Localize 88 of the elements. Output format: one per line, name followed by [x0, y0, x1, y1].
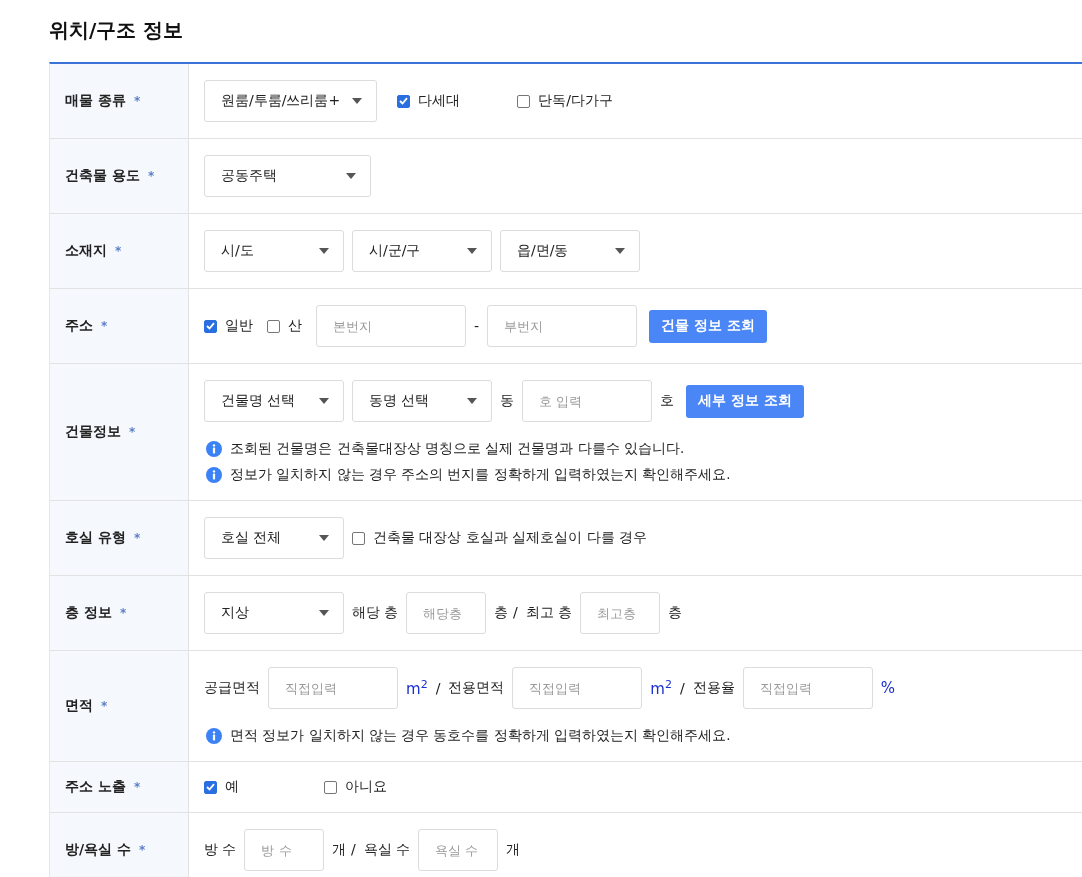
- input-field[interactable]: 직접입력: [268, 667, 398, 709]
- field-label: 매물 종류: [65, 92, 126, 110]
- note-text: 면적 정보가 일치하지 않는 경우 동호수를 정확하게 입력하였는지 확인해주세요.: [230, 727, 731, 745]
- checkbox[interactable]: [204, 319, 217, 333]
- input-field[interactable]: 본번지: [316, 305, 466, 347]
- caret-icon: [319, 248, 329, 254]
- dropdown[interactable]: 시/도: [204, 230, 344, 272]
- checkbox[interactable]: [352, 531, 365, 545]
- field-label: 방/욕실 수: [65, 841, 131, 859]
- input-field[interactable]: 욕실 수: [418, 829, 499, 871]
- field-text: 욕실 수: [363, 841, 411, 859]
- dropdown[interactable]: 동명 선택: [352, 380, 492, 422]
- required-mark: *: [133, 94, 141, 108]
- caret-icon: [467, 398, 477, 404]
- field-label: 층 정보: [65, 604, 112, 622]
- required-mark: *: [115, 244, 122, 258]
- field-label: 주소: [65, 317, 93, 335]
- field-text: /: [679, 680, 685, 696]
- dropdown[interactable]: 건물명 선택: [204, 380, 344, 422]
- caret-icon: [319, 535, 329, 541]
- input-field[interactable]: 호 입력: [522, 380, 652, 422]
- dropdown[interactable]: 원룸/투룸/쓰리룸+: [204, 80, 378, 122]
- field-text: 층 /: [494, 604, 518, 622]
- input-field[interactable]: 방 수: [244, 829, 325, 871]
- dropdown[interactable]: 호실 전체: [204, 517, 344, 559]
- unit-text: %: [880, 679, 895, 697]
- field-text: 공급면적: [204, 679, 260, 697]
- checkbox-label: 산: [288, 317, 302, 335]
- checkbox-label: 아니요: [345, 778, 387, 796]
- unit-text: m$^{2}$: [406, 678, 428, 698]
- note-text: 정보가 일치하지 않는 경우 주소의 번지를 정확하게 입력하였는지 확인해주세요.: [230, 466, 731, 484]
- field-label: 주소 노출: [65, 778, 126, 796]
- note-text: 조회된 건물명은 건축물대장상 명칭으로 실제 건물명과 다를수 있습니다.: [230, 440, 685, 458]
- input-field[interactable]: 부번지: [487, 305, 638, 347]
- checkbox[interactable]: [267, 319, 280, 333]
- field-label: 소재지: [65, 242, 107, 260]
- required-mark: *: [101, 319, 108, 333]
- caret-icon: [319, 398, 329, 404]
- info-icon: [206, 728, 222, 744]
- field-label: 호실 유형: [65, 529, 126, 547]
- field-text: 해당 층: [352, 604, 399, 622]
- section-title: 위치/구조 정보: [49, 17, 184, 44]
- dropdown[interactable]: 읍/면/동: [500, 230, 640, 272]
- info-icon: [206, 441, 222, 457]
- checkbox[interactable]: [204, 780, 217, 794]
- checkbox-label: 다세대: [418, 92, 461, 110]
- field-text: 전용면적: [448, 679, 505, 697]
- field-label: 건물정보: [65, 423, 121, 441]
- required-mark: *: [133, 531, 141, 545]
- checkbox[interactable]: [397, 94, 411, 108]
- unit-text: m$^{2}$: [650, 678, 672, 698]
- required-mark: *: [101, 699, 108, 713]
- field-text: 호: [660, 392, 674, 410]
- field-text: 방 수: [204, 841, 237, 859]
- input-field[interactable]: 직접입력: [512, 667, 643, 709]
- required-mark: *: [147, 169, 155, 183]
- field-label: 건축물 용도: [65, 167, 140, 185]
- dropdown[interactable]: 시/군/구: [352, 230, 492, 272]
- caret-icon: [346, 173, 356, 179]
- required-mark: *: [133, 780, 141, 794]
- checkbox-label: 예: [225, 778, 239, 796]
- checkbox-label: 단독/다가구: [538, 92, 613, 110]
- checkbox[interactable]: [517, 94, 531, 108]
- required-mark: *: [129, 425, 136, 439]
- caret-icon: [467, 248, 477, 254]
- field-text: 전용율: [692, 679, 735, 697]
- required-mark: *: [119, 606, 127, 620]
- input-field[interactable]: 최고층: [580, 592, 661, 634]
- field-text: 개 /: [332, 841, 356, 859]
- field-label: 면적: [65, 697, 93, 715]
- dropdown[interactable]: 지상: [204, 592, 344, 634]
- checkbox[interactable]: [324, 780, 337, 794]
- dropdown[interactable]: 공동주택: [204, 155, 371, 197]
- checkbox-label: 일반: [225, 317, 253, 335]
- input-field[interactable]: 해당층: [406, 592, 487, 634]
- required-mark: *: [139, 843, 146, 857]
- input-field[interactable]: 직접입력: [742, 667, 873, 709]
- field-text: /: [435, 680, 441, 696]
- info-icon: [206, 467, 222, 483]
- caret-icon: [615, 248, 625, 254]
- checkbox-label: 건축물 대장상 호실과 실제호실이 다를 경우: [373, 529, 648, 547]
- field-text: 층: [668, 604, 683, 622]
- field-text: 최고 층: [525, 604, 573, 622]
- caret-icon: [352, 98, 363, 104]
- caret-icon: [319, 610, 329, 616]
- field-text: -: [474, 318, 480, 334]
- field-text: 개: [506, 841, 521, 859]
- field-text: 동: [500, 392, 514, 410]
